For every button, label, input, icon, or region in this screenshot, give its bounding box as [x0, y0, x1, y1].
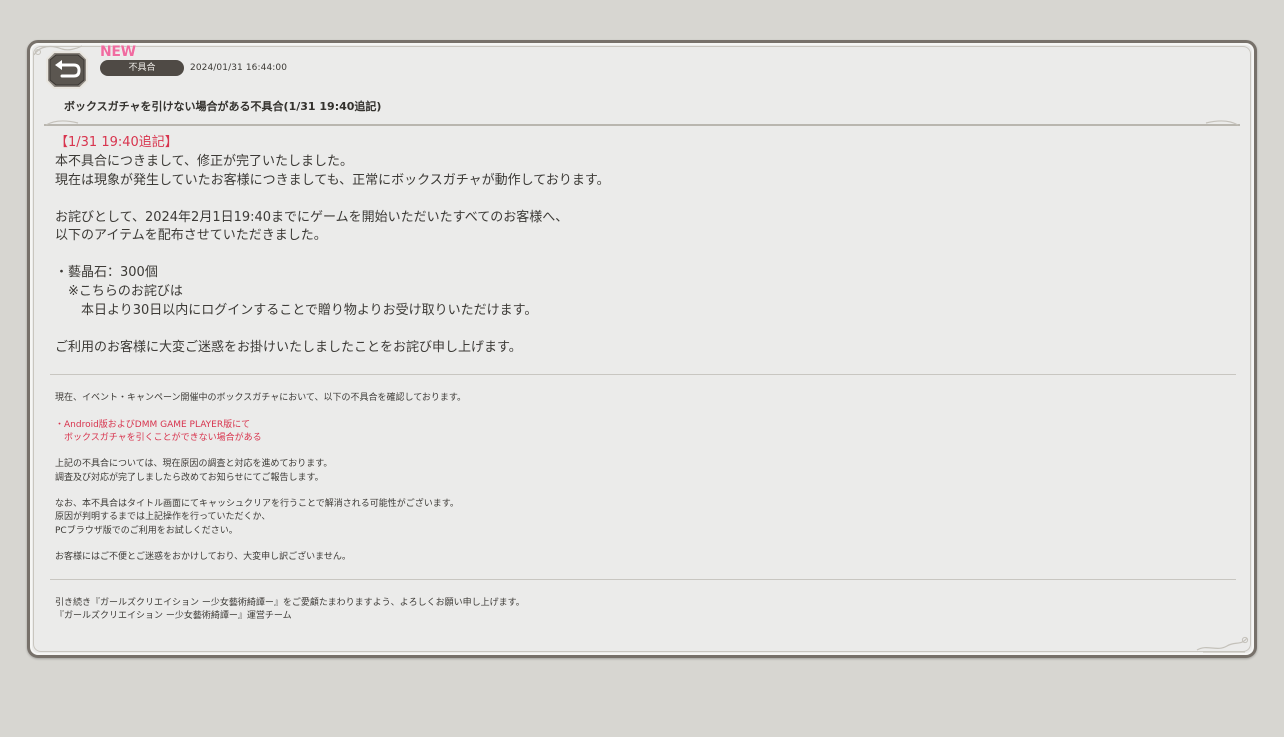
category-badge: 不具合 [100, 60, 184, 76]
notice-footer: 引き続き『ガールズクリエイション ー少女藝術綺譚ー』をご愛顧たまわりますよう、よ… [55, 597, 1235, 623]
update-line: 本不具合につきまして、修正が完了いたしました。 [55, 153, 353, 169]
section-divider [50, 579, 1236, 580]
update-closing: ご利用のお客様に大変ご迷惑をお掛けいたしましたことをお詫び申し上げます。 [55, 339, 522, 355]
update-line: 現在は現象が発生していたお客様につきましても、正常にボックスガチャが動作しており… [55, 172, 610, 188]
original-notice: 現在、イベント・キャンペーン開催中のボックスガチャにおいて、以下の不具合を確認し… [55, 392, 1235, 564]
back-button[interactable] [41, 49, 93, 91]
compensation-line: 以下のアイテムを配布させていただきました。 [55, 228, 327, 244]
post-date: 2024/01/31 16:44:00 [190, 63, 288, 73]
compensation-note: ※こちらのお詫びは [55, 284, 183, 300]
footer-line: 引き続き『ガールズクリエイション ー少女藝術綺譚ー』をご愛顧たまわりますよう、よ… [55, 598, 525, 608]
return-arrow-icon [46, 51, 88, 89]
post-title: ボックスガチャを引けない場合がある不具合(1/31 19:40追記) [64, 100, 382, 113]
section-divider [50, 374, 1236, 375]
notice-panel: NEW 不具合 2024/01/31 16:44:00 ボックスガチャを引けない… [27, 40, 1257, 658]
bug-description: ボックスガチャを引くことができない場合がある [55, 432, 262, 443]
workaround-line: なお、本不具合はタイトル画面にてキャッシュクリアを行うことで解消される可能性がご… [55, 499, 459, 510]
update-heading: 【1/31 19:40追記】 [55, 135, 178, 150]
compensation-note: 本日より30日以内にログインすることで贈り物よりお受け取りいただけます。 [55, 302, 538, 318]
workaround-line: 原因が判明するまでは上記操作を行っていただくか、 [55, 512, 271, 523]
title-divider [44, 120, 1240, 126]
status-line: 調査及び対応が完了しましたら改めてお知らせにてご報告します。 [55, 472, 324, 483]
footer-signature: 『ガールズクリエイション ー少女藝術綺譚ー』運営チーム [55, 611, 292, 622]
corner-flourish-bottom-right [1196, 636, 1249, 653]
compensation-item: ・藝晶石：300個 [55, 265, 158, 281]
compensation-line: お詫びとして、2024年2月1日19:40までにゲームを開始いただいたすべてのお… [55, 209, 569, 225]
notice-body: 【1/31 19:40追記】 本不具合につきまして、修正が完了いたしました。 現… [55, 134, 1235, 358]
apology-line: お客様にはご不便とご迷惑をおかけしており、大変申し訳ございません。 [55, 552, 351, 563]
new-label: NEW [100, 44, 136, 60]
workaround-line: PCブラウザ版でのご利用をお試しください。 [55, 525, 238, 536]
bug-description: ・Android版およびDMM GAME PLAYER版にて [55, 419, 251, 430]
original-intro: 現在、イベント・キャンペーン開催中のボックスガチャにおいて、以下の不具合を確認し… [55, 393, 467, 403]
status-line: 上記の不具合については、現在原因の調査と対応を進めております。 [55, 459, 333, 470]
